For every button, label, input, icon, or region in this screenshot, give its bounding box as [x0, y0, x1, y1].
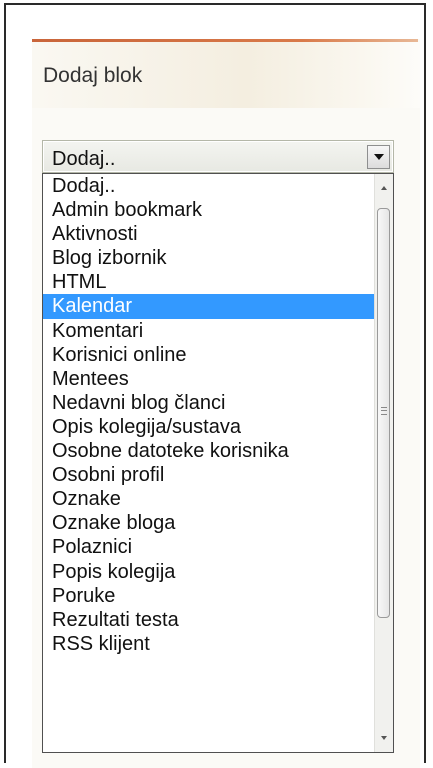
scroll-down-arrow-icon — [381, 736, 387, 740]
dropdown-button[interactable] — [367, 145, 390, 169]
list-option[interactable]: Korisnici online — [43, 343, 385, 367]
list-option[interactable]: Popis kolegija — [43, 560, 385, 584]
grip-icon — [381, 407, 387, 415]
add-block-select[interactable]: Dodaj.. — [42, 140, 394, 173]
list-option[interactable]: Blog izbornik — [43, 246, 385, 270]
block-options-list[interactable]: Dodaj.. Admin bookmark Aktivnosti Blog izbo… — [42, 173, 394, 753]
scrollbar-thumb[interactable] — [377, 208, 390, 618]
list-option[interactable]: Nedavni blog članci — [43, 391, 385, 415]
select-current-value: Dodaj.. — [52, 148, 116, 170]
scroll-up-arrow-icon — [381, 186, 387, 190]
page-frame: Dodaj blok Dodaj.. Dodaj.. Admin bookmark… — [4, 3, 426, 768]
list-option[interactable]: Aktivnosti — [43, 222, 385, 246]
scroll-up-button[interactable] — [375, 174, 393, 202]
list-option[interactable]: HTML — [43, 270, 385, 294]
list-option[interactable]: Kalendar — [43, 294, 385, 319]
list-option[interactable]: Komentari — [43, 319, 385, 343]
list-option[interactable]: Oznake bloga — [43, 511, 385, 535]
list-option[interactable]: Osobni profil — [43, 463, 385, 487]
list-option[interactable]: Osobne datoteke korisnika — [43, 439, 385, 463]
chevron-down-icon — [373, 154, 384, 160]
list-scrollbar[interactable] — [374, 174, 393, 752]
list-option[interactable]: Admin bookmark — [43, 198, 385, 222]
list-option[interactable]: Opis kolegija/sustava — [43, 415, 385, 439]
list-option[interactable]: Poruke — [43, 584, 385, 608]
list-option[interactable]: Mentees — [43, 367, 385, 391]
scroll-down-button[interactable] — [375, 724, 393, 752]
panel-title: Dodaj blok — [43, 64, 143, 87]
list-option[interactable]: Dodaj.. — [43, 174, 385, 198]
list-option[interactable]: Oznake — [43, 487, 385, 511]
list-option[interactable]: Polaznici — [43, 535, 385, 559]
panel-header: Dodaj blok — [32, 42, 420, 108]
list-option[interactable]: Rezultati testa — [43, 608, 385, 632]
options: Dodaj.. Admin bookmark Aktivnosti Blog izbo… — [43, 174, 385, 656]
list-option[interactable]: RSS klijent — [43, 632, 385, 656]
